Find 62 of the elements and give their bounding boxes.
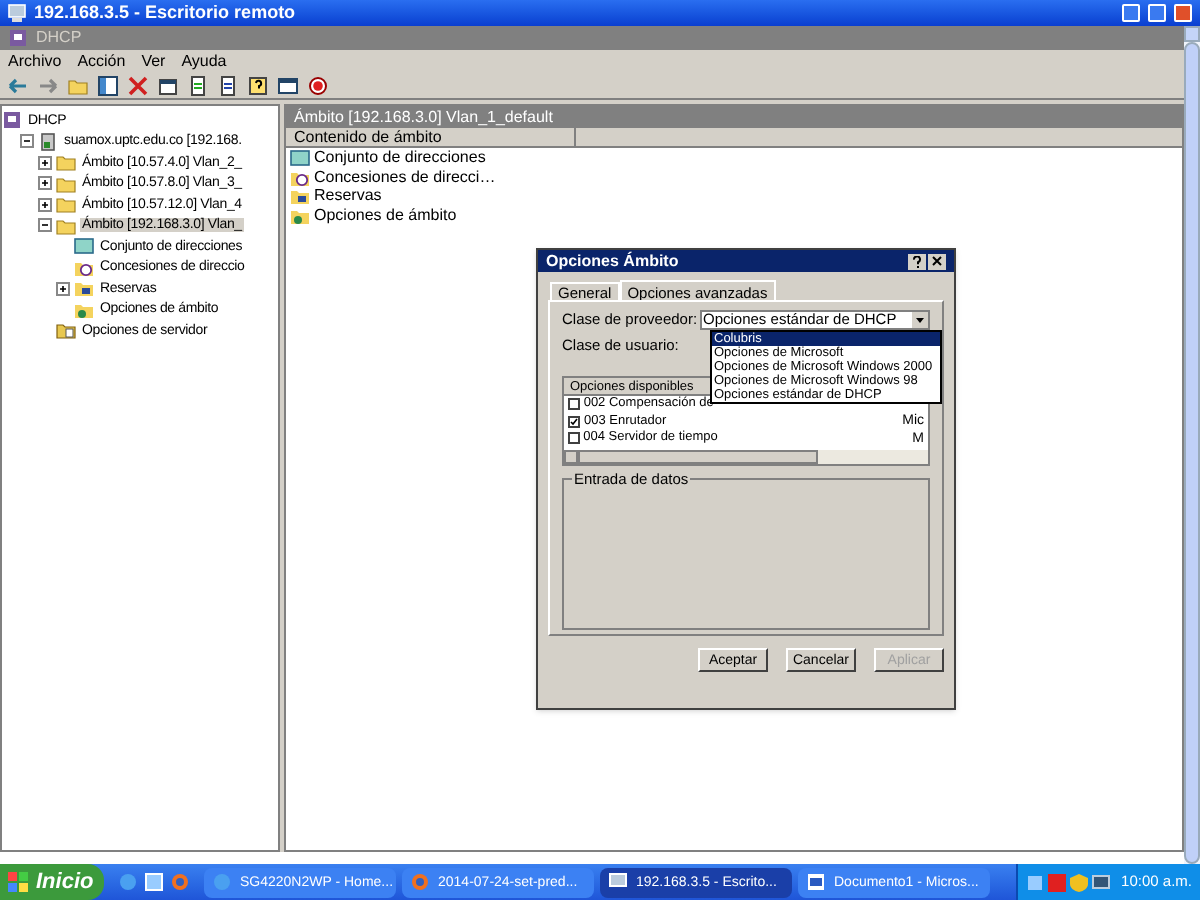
restore-button[interactable]	[1148, 4, 1166, 22]
stop-icon[interactable]	[308, 75, 328, 95]
folder-icon	[56, 152, 76, 173]
folder-clock-icon	[74, 257, 94, 278]
minimize-button[interactable]	[1122, 4, 1140, 22]
globe-icon	[410, 872, 430, 892]
expand-icon[interactable]	[38, 176, 52, 191]
close-button[interactable]	[928, 253, 946, 269]
dialog-title: Opciones Ámbito	[546, 253, 679, 269]
monitor-icon[interactable]	[1091, 873, 1110, 891]
expand-icon[interactable]	[56, 281, 70, 296]
folder-clock-icon	[290, 167, 310, 187]
properties-icon[interactable]	[158, 75, 178, 95]
expand-icon[interactable]	[38, 197, 52, 212]
menu-item[interactable]: Archivo	[8, 53, 62, 69]
dropdown-arrow-icon[interactable]	[912, 311, 928, 327]
browser-icon	[212, 872, 232, 892]
document-icon[interactable]	[218, 75, 238, 95]
computer-icon	[8, 4, 26, 22]
folder-icon	[74, 278, 94, 299]
computer-icon	[608, 872, 628, 892]
back-arrow-icon[interactable]	[8, 75, 28, 95]
horizontal-scrollbar[interactable]	[564, 450, 928, 464]
folder-icon	[56, 173, 76, 194]
window-title: 192.168.3.5 - Escritorio remoto	[34, 4, 296, 22]
document-icon[interactable]	[188, 75, 208, 95]
folder-gear-icon	[290, 205, 310, 225]
app-title: DHCP	[36, 30, 82, 46]
checkbox[interactable]	[568, 398, 580, 411]
help-button[interactable]	[908, 253, 926, 269]
close-icon	[932, 256, 942, 266]
list-item[interactable]: Opciones de ámbito	[314, 207, 457, 223]
list-item[interactable]: Concesiones de direcci…	[314, 169, 496, 185]
start-button[interactable]: Inicio	[0, 864, 104, 900]
menu-item[interactable]: Ver	[141, 53, 166, 69]
scrollbar[interactable]	[1184, 26, 1200, 864]
document-icon	[806, 872, 826, 892]
window-icon[interactable]	[278, 75, 298, 95]
panel-icon[interactable]	[98, 75, 118, 95]
menu-item[interactable]: Ayuda	[181, 53, 227, 69]
menu-item[interactable]: Acción	[77, 53, 126, 69]
delete-icon[interactable]	[128, 75, 148, 95]
checkbox[interactable]	[568, 415, 580, 428]
windows-logo-icon	[8, 872, 28, 892]
server-icon	[38, 131, 58, 152]
list-item[interactable]: Conjunto de direcciones	[314, 150, 486, 166]
expand-icon[interactable]	[38, 155, 52, 170]
content-title: Ámbito [192.168.3.0] Vlan_1_default	[294, 109, 553, 125]
list-item[interactable]: Reservas	[314, 188, 382, 204]
collapse-icon[interactable]	[38, 218, 52, 233]
panel-icon	[74, 236, 94, 257]
help-icon[interactable]	[248, 75, 268, 95]
checkbox[interactable]	[568, 432, 580, 445]
folder-icon	[290, 186, 310, 206]
collapse-icon[interactable]	[20, 134, 34, 149]
folder-icon	[56, 194, 76, 215]
folder-document-icon	[56, 320, 76, 341]
folder-icon	[56, 215, 76, 236]
help-icon	[912, 255, 922, 267]
server-icon	[8, 28, 28, 48]
panel-icon	[290, 148, 310, 168]
folder-gear-icon	[74, 299, 94, 320]
